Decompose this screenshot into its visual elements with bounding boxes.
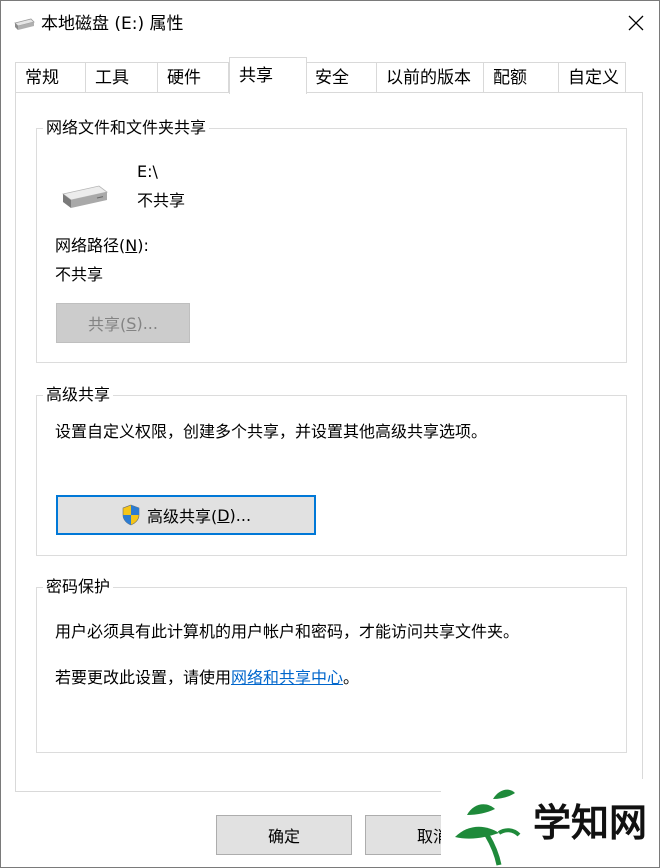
advanced-sharing-description: 设置自定义权限，创建多个共享，并设置其他高级共享选项。: [55, 422, 488, 441]
close-button[interactable]: [613, 1, 659, 45]
tab-tools[interactable]: 工具: [85, 62, 158, 93]
tab-quota[interactable]: 配额: [483, 62, 559, 93]
network-sharing-center-link[interactable]: 网络和共享中心: [231, 668, 343, 687]
tab-previous-versions[interactable]: 以前的版本: [376, 62, 484, 93]
network-sharing-title: 网络文件和文件夹共享: [43, 117, 210, 139]
tab-security[interactable]: 安全: [305, 62, 377, 93]
password-protection-title: 密码保护: [43, 576, 114, 598]
tab-hardware[interactable]: 硬件: [157, 62, 229, 93]
advanced-sharing-group: 高级共享 设置自定义权限，创建多个共享，并设置其他高级共享选项。 高级共享(D)…: [36, 384, 627, 556]
watermark: 学知网: [441, 779, 659, 867]
drive-icon: [13, 15, 35, 33]
drive-path: E:\: [137, 162, 158, 181]
advanced-sharing-button[interactable]: 高级共享(D)...: [56, 495, 316, 535]
ok-button[interactable]: 确定: [216, 815, 352, 855]
title-bar: 本地磁盘 (E:) 属性: [1, 1, 659, 49]
password-change-text: 若要更改此设置，请使用网络和共享中心。: [55, 668, 360, 687]
close-icon: [628, 15, 644, 31]
password-protection-description: 用户必须具有此计算机的用户帐户和密码，才能访问共享文件夹。: [55, 622, 520, 641]
network-sharing-group: 网络文件和文件夹共享 E:\ 不共享 网络路径(N): 不共享 共享(S)...: [36, 117, 627, 363]
sharing-panel: 网络文件和文件夹共享 E:\ 不共享 网络路径(N): 不共享 共享(S)...…: [15, 92, 643, 792]
network-path-label: 网络路径(N):: [55, 236, 149, 255]
leaf-logo-icon: [455, 789, 521, 866]
properties-dialog: 本地磁盘 (E:) 属性 常规 工具 硬件 共享 安全 以前的版本 配额 自定义…: [0, 0, 660, 868]
password-protection-group: 密码保护 用户必须具有此计算机的用户帐户和密码，才能访问共享文件夹。 若要更改此…: [36, 576, 627, 753]
uac-shield-icon: [122, 504, 140, 526]
window-title: 本地磁盘 (E:) 属性: [41, 14, 184, 34]
tab-strip: 常规 工具 硬件 共享 安全 以前的版本 配额 自定义: [1, 57, 659, 94]
tab-sharing[interactable]: 共享: [229, 57, 307, 94]
drive-share-status: 不共享: [137, 191, 186, 210]
tab-general[interactable]: 常规: [15, 62, 86, 93]
hard-drive-icon: [61, 182, 109, 214]
network-path-value: 不共享: [55, 265, 104, 284]
share-button[interactable]: 共享(S)...: [56, 303, 190, 343]
watermark-text: 学知网: [533, 800, 648, 845]
tab-customize[interactable]: 自定义: [558, 62, 626, 93]
advanced-sharing-title: 高级共享: [43, 384, 114, 406]
